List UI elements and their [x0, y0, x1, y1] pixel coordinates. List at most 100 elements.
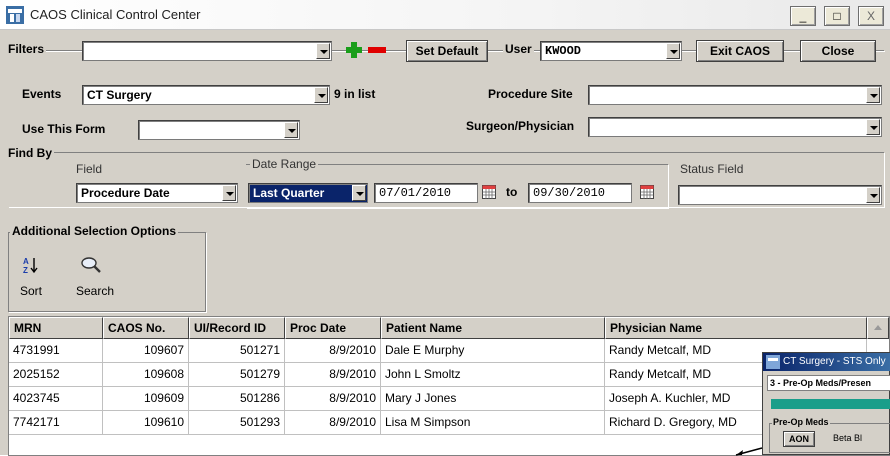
events-count: 9 in list — [334, 87, 376, 101]
date-range-select[interactable]: Last Quarter — [248, 183, 368, 203]
close-window-button[interactable]: X — [858, 6, 884, 26]
cell-caos-no: 109610 — [103, 411, 189, 435]
minimize-button[interactable]: _ — [790, 6, 816, 26]
cell-caos-no: 109607 — [103, 339, 189, 363]
use-form-label: Use This Form — [22, 122, 106, 136]
popup-section-tab[interactable]: 3 - Pre-Op Meds/Presen — [767, 375, 890, 391]
field-label: Field — [76, 162, 103, 176]
content-area: Filters Set Default User KWOOD Exit CAOS… — [0, 30, 890, 456]
status-field-select[interactable] — [678, 185, 882, 205]
cell-patient-name: Dale E Murphy — [381, 339, 605, 363]
main-window: CAOS Clinical Control Center _ □ X Filte… — [0, 0, 890, 456]
column-header-mrn[interactable]: MRN — [9, 317, 103, 339]
chevron-down-icon[interactable] — [352, 185, 366, 201]
to-date-input[interactable]: 09/30/2010 — [528, 183, 632, 203]
popup-aon-button[interactable]: AON — [783, 431, 815, 447]
table-row[interactable]: 4731991 109607 501271 8/9/2010 Dale E Mu… — [9, 339, 889, 363]
sort-label[interactable]: Sort — [20, 284, 42, 298]
svg-text:A: A — [23, 257, 29, 266]
chevron-down-icon[interactable] — [866, 187, 880, 203]
search-label[interactable]: Search — [76, 284, 114, 298]
popup-title: CT Surgery - STS Only — [783, 356, 886, 367]
search-icon[interactable] — [80, 256, 102, 274]
close-button[interactable]: Close — [800, 40, 876, 62]
cell-mrn: 4023745 — [9, 387, 103, 411]
ct-surgery-popup[interactable]: CT Surgery - STS Only 3 - Pre-Op Meds/Pr… — [762, 352, 890, 455]
events-select[interactable]: CT Surgery — [82, 85, 330, 105]
column-header-physician-name[interactable]: Physician Name — [605, 317, 867, 339]
chevron-down-icon[interactable] — [314, 87, 328, 103]
chevron-down-icon[interactable] — [284, 122, 298, 138]
scroll-up-button[interactable] — [867, 317, 889, 339]
popup-title-bar[interactable]: CT Surgery - STS Only — [763, 353, 890, 371]
cell-caos-no: 109608 — [103, 363, 189, 387]
cell-record-id: 501279 — [189, 363, 285, 387]
chevron-down-icon[interactable] — [866, 119, 880, 135]
cell-record-id: 501271 — [189, 339, 285, 363]
surgeon-select[interactable] — [588, 117, 882, 137]
cell-record-id: 501286 — [189, 387, 285, 411]
cell-patient-name: John L Smoltz — [381, 363, 605, 387]
cell-proc-date: 8/9/2010 — [285, 411, 381, 435]
calendar-icon[interactable] — [640, 185, 654, 199]
surgeon-label: Surgeon/Physician — [466, 119, 575, 133]
column-header-patient-name[interactable]: Patient Name — [381, 317, 605, 339]
title-bar[interactable]: CAOS Clinical Control Center _ □ X — [0, 0, 890, 30]
popup-progress-bar — [771, 399, 890, 409]
chevron-down-icon[interactable] — [866, 87, 880, 103]
events-label: Events — [22, 87, 62, 101]
cell-mrn: 2025152 — [9, 363, 103, 387]
status-field-label: Status Field — [680, 162, 744, 176]
user-select[interactable]: KWOOD — [540, 41, 682, 61]
popup-group-label: Pre-Op Meds — [772, 417, 830, 427]
table-header: MRN CAOS No. UI/Record ID Proc Date Pati… — [9, 317, 889, 339]
popup-beta-text: Beta Bl — [833, 433, 863, 443]
exit-caos-button[interactable]: Exit CAOS — [696, 40, 784, 62]
find-by-label: Find By — [8, 146, 54, 160]
cell-proc-date: 8/9/2010 — [285, 387, 381, 411]
field-value: Procedure Date — [81, 186, 170, 200]
cell-record-id: 501293 — [189, 411, 285, 435]
table-row[interactable]: 2025152 109608 501279 8/9/2010 John L Sm… — [9, 363, 889, 387]
procedure-site-select[interactable] — [588, 85, 882, 105]
sort-icon[interactable]: A Z — [22, 256, 38, 274]
chevron-down-icon[interactable] — [222, 185, 236, 201]
column-header-record-id[interactable]: UI/Record ID — [189, 317, 285, 339]
window-title: CAOS Clinical Control Center — [30, 7, 201, 22]
column-header-caos-no[interactable]: CAOS No. — [103, 317, 189, 339]
user-value: KWOOD — [545, 44, 582, 58]
field-select[interactable]: Procedure Date — [76, 183, 238, 203]
date-range-value: Last Quarter — [253, 186, 325, 200]
additional-options-label: Additional Selection Options — [10, 224, 179, 238]
to-label: to — [506, 185, 518, 199]
filters-select[interactable] — [82, 41, 332, 61]
chevron-down-icon[interactable] — [666, 43, 680, 59]
use-form-select[interactable] — [138, 120, 300, 140]
cell-patient-name: Mary J Jones — [381, 387, 605, 411]
date-range-label: Date Range — [250, 157, 319, 171]
from-date-input[interactable]: 07/01/2010 — [374, 183, 478, 203]
calendar-icon[interactable] — [482, 185, 496, 199]
user-label: User — [503, 42, 534, 56]
cell-caos-no: 109609 — [103, 387, 189, 411]
filters-label: Filters — [8, 42, 47, 56]
from-date-value: 07/01/2010 — [379, 186, 452, 200]
app-icon — [766, 355, 780, 369]
svg-text:Z: Z — [23, 266, 28, 274]
cell-proc-date: 8/9/2010 — [285, 339, 381, 363]
procedure-site-label: Procedure Site — [488, 87, 573, 101]
add-icon[interactable] — [345, 41, 363, 59]
maximize-button[interactable]: □ — [824, 6, 850, 26]
app-icon — [6, 6, 24, 24]
cell-mrn: 7742171 — [9, 411, 103, 435]
table-row[interactable]: 4023745 109609 501286 8/9/2010 Mary J Jo… — [9, 387, 889, 411]
chevron-down-icon[interactable] — [316, 43, 330, 59]
table-row[interactable]: 7742171 109610 501293 8/9/2010 Lisa M Si… — [9, 411, 889, 435]
column-header-proc-date[interactable]: Proc Date — [285, 317, 381, 339]
cell-patient-name: Lisa M Simpson — [381, 411, 605, 435]
cell-mrn: 4731991 — [9, 339, 103, 363]
remove-icon[interactable] — [367, 41, 387, 59]
results-table[interactable]: MRN CAOS No. UI/Record ID Proc Date Pati… — [8, 316, 890, 456]
set-default-button[interactable]: Set Default — [406, 40, 488, 62]
cell-proc-date: 8/9/2010 — [285, 363, 381, 387]
